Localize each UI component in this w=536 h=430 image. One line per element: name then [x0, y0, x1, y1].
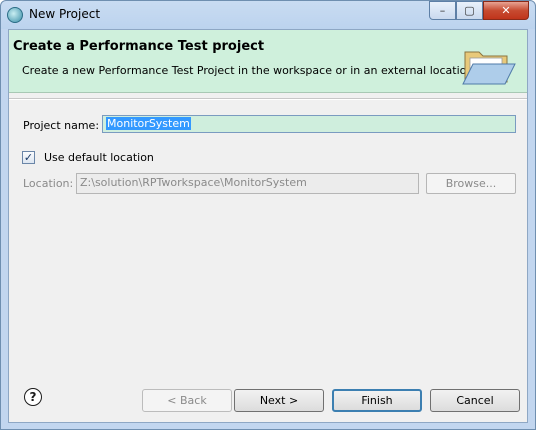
wizard-banner: Create a Performance Test project Create… [9, 30, 527, 93]
back-button[interactable]: < Back [142, 389, 232, 412]
browse-button[interactable]: Browse... [426, 173, 516, 194]
project-name-label: Project name: [23, 119, 100, 132]
help-icon[interactable]: ? [24, 388, 42, 406]
window-title: New Project [29, 7, 101, 21]
banner-separator [9, 98, 527, 100]
banner-title: Create a Performance Test project [13, 39, 265, 54]
use-default-location-label[interactable]: Use default location [44, 151, 154, 164]
finish-button[interactable]: Finish [332, 389, 422, 412]
project-name-input[interactable]: MonitorSystem [102, 115, 516, 133]
app-icon [7, 7, 23, 23]
project-name-value: MonitorSystem [106, 117, 191, 130]
banner-description: Create a new Performance Test Project in… [22, 64, 477, 77]
dialog-content: Create a Performance Test project Create… [8, 29, 528, 423]
cancel-button[interactable]: Cancel [430, 389, 520, 412]
close-button[interactable]: ✕ [483, 1, 529, 20]
title-bar[interactable]: New Project – ▢ ✕ [1, 1, 535, 29]
next-button[interactable]: Next > [234, 389, 324, 412]
minimize-button[interactable]: – [429, 1, 456, 20]
location-label: Location: [23, 177, 74, 190]
open-folder-icon [462, 51, 516, 85]
use-default-location-checkbox[interactable]: ✓ [22, 151, 35, 164]
new-project-dialog: New Project – ▢ ✕ Create a Performance T… [0, 0, 536, 430]
location-input[interactable]: Z:\solution\RPTworkspace\MonitorSystem [76, 173, 419, 194]
maximize-button[interactable]: ▢ [456, 1, 483, 20]
